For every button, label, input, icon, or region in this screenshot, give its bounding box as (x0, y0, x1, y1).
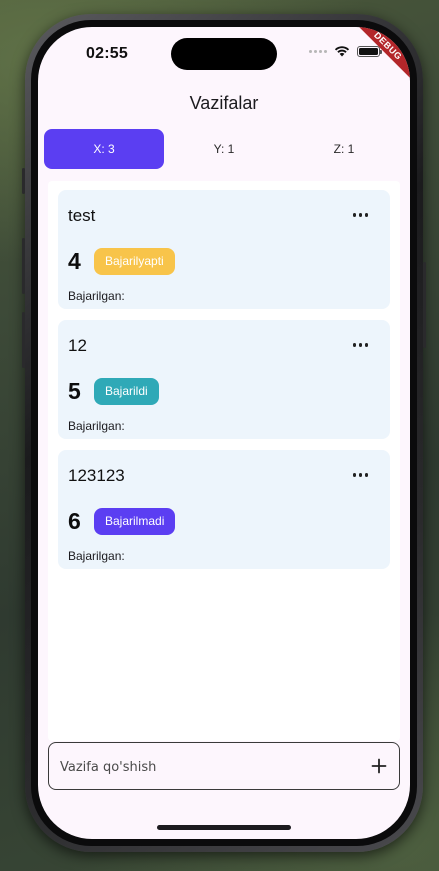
task-done-label: Bajarilgan: (68, 289, 125, 303)
more-horizontal-icon[interactable] (352, 213, 368, 217)
dynamic-island (171, 38, 277, 70)
page-title: Vazifalar (189, 93, 259, 113)
more-horizontal-icon[interactable] (352, 343, 368, 347)
more-horizontal-icon[interactable] (352, 473, 368, 477)
power-button (423, 262, 426, 348)
wifi-icon (334, 46, 350, 57)
add-task-field (48, 742, 400, 791)
action-button (22, 168, 25, 194)
status-badge: Bajarilmadi (94, 508, 176, 535)
task-card[interactable]: 123123 6 Bajarilmadi Bajarilgan: (58, 450, 390, 569)
task-title: 123123 (68, 466, 125, 485)
tab-x[interactable]: X: 3 (44, 129, 164, 169)
tab-y[interactable]: Y: 1 (164, 129, 284, 169)
task-number: 5 (68, 378, 81, 404)
task-done-label: Bajarilgan: (68, 549, 125, 563)
signal-dots-icon (309, 49, 327, 53)
task-title: 12 (68, 336, 87, 355)
status-icons (309, 45, 382, 57)
add-task-input[interactable] (58, 743, 362, 791)
task-number: 6 (68, 508, 81, 534)
task-list: test 4 Bajarilyapti Bajarilgan: 12 5 Baj… (48, 181, 400, 741)
tab-bar: X: 3 Y: 1 Z: 1 (44, 129, 404, 169)
task-title: test (68, 206, 96, 225)
status-badge: Bajarilyapti (94, 248, 175, 275)
volume-down-button (22, 312, 25, 368)
home-indicator (157, 825, 291, 830)
battery-icon (357, 45, 382, 57)
plus-icon[interactable] (371, 758, 387, 774)
status-time: 02:55 (86, 45, 128, 62)
phone-screen: 02:55 DEBUG Vazifalar X: 3 Y: 1 Z: 1 tes… (38, 27, 410, 839)
volume-up-button (22, 238, 25, 294)
tab-z[interactable]: Z: 1 (284, 129, 404, 169)
task-card[interactable]: 12 5 Bajarildi Bajarilgan: (58, 320, 390, 439)
task-card[interactable]: test 4 Bajarilyapti Bajarilgan: (58, 190, 390, 309)
task-number: 4 (68, 248, 81, 274)
status-badge: Bajarildi (94, 378, 159, 405)
task-done-label: Bajarilgan: (68, 419, 125, 433)
